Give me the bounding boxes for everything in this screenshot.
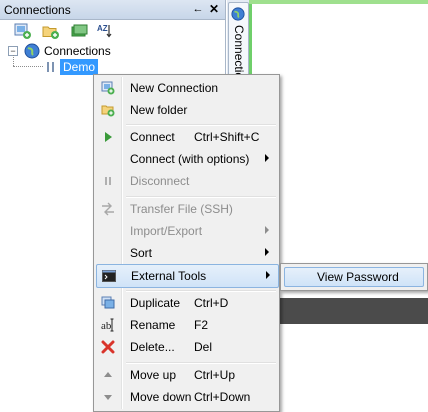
menu-item-transfer-file[interactable]: Transfer File (SSH) <box>96 198 277 220</box>
menu-item-connect-with-options[interactable]: Connect (with options) <box>96 148 277 170</box>
submenu-arrow-icon <box>266 271 270 279</box>
menu-item-label: Transfer File (SSH) <box>130 202 233 216</box>
menu-item-label: Connect <box>130 130 175 144</box>
menu-item-view-password[interactable]: View Password <box>284 267 424 287</box>
tree-item-label: Demo <box>60 59 99 75</box>
delete-icon <box>101 340 115 354</box>
menu-item-connect[interactable]: Connect Ctrl+Shift+C <box>96 126 277 148</box>
menu-item-shortcut: Ctrl+Shift+C <box>194 130 260 144</box>
play-icon <box>101 130 115 144</box>
duplicate-icon <box>101 296 115 310</box>
new-connection-icon[interactable] <box>14 23 32 39</box>
content-border <box>249 0 428 4</box>
menu-item-label: External Tools <box>131 269 207 283</box>
menu-item-label: New folder <box>130 103 188 117</box>
menu-item-delete[interactable]: Delete... Del <box>96 336 277 358</box>
submenu-arrow-icon <box>265 226 269 234</box>
view-icon[interactable] <box>70 23 88 39</box>
menu-item-duplicate[interactable]: Duplicate Ctrl+D <box>96 292 277 314</box>
pause-icon <box>101 174 115 188</box>
context-menu: New Connection New folder Connect Ctrl+S… <box>93 74 280 412</box>
menu-item-shortcut: Ctrl+D <box>194 296 229 310</box>
transfer-icon <box>101 202 115 216</box>
menu-item-sort[interactable]: Sort <box>96 242 277 264</box>
panel-toolbar: AZ <box>0 20 225 42</box>
tree-item-label: Connections <box>44 44 111 58</box>
submenu-arrow-icon <box>265 248 269 256</box>
menu-item-move-up[interactable]: Move up Ctrl+Up <box>96 364 277 386</box>
rename-icon: ab <box>101 318 115 332</box>
sort-az-icon[interactable]: AZ <box>96 23 114 39</box>
arrow-down-icon <box>101 390 115 404</box>
external-tools-submenu: View Password <box>280 263 428 291</box>
server-icon <box>44 61 58 73</box>
menu-item-label: Sort <box>130 246 153 260</box>
globe-icon <box>24 43 40 59</box>
menu-item-label: New Connection <box>130 81 219 95</box>
menu-item-disconnect[interactable]: Disconnect <box>96 170 277 192</box>
svg-text:ab: ab <box>101 320 112 332</box>
menu-item-shortcut: Ctrl+Down <box>194 390 251 404</box>
menu-item-shortcut: F2 <box>194 318 209 332</box>
terminal-icon <box>102 269 116 283</box>
menu-item-label: Duplicate <box>130 296 181 310</box>
tree-line <box>13 55 14 66</box>
svg-text:AZ: AZ <box>97 24 108 33</box>
menu-item-import-export[interactable]: Import/Export <box>96 220 277 242</box>
menu-item-rename[interactable]: ab Rename F2 <box>96 314 277 336</box>
new-folder-icon[interactable] <box>42 23 60 39</box>
menu-item-external-tools[interactable]: External Tools <box>96 264 279 288</box>
menu-item-label: Disconnect <box>130 174 190 188</box>
menu-item-shortcut: Del <box>194 340 213 354</box>
menu-item-new-folder[interactable]: New folder <box>96 99 277 121</box>
submenu-arrow-icon <box>265 154 269 162</box>
globe-icon <box>231 7 245 21</box>
menu-item-label: Move up <box>130 368 177 382</box>
panel-title: Connections <box>4 3 71 17</box>
menu-item-label: Import/Export <box>130 224 203 238</box>
close-icon[interactable]: ✕ <box>208 2 220 16</box>
new-folder-icon <box>101 103 115 117</box>
menu-item-new-connection[interactable]: New Connection <box>96 77 277 99</box>
menu-item-shortcut: Ctrl+Up <box>194 368 236 382</box>
menu-item-label: Connect (with options) <box>130 152 250 166</box>
menu-item-label: Rename <box>130 318 176 332</box>
menu-item-label: View Password <box>317 270 399 284</box>
pin-icon[interactable]: ← <box>192 2 204 16</box>
tree-line <box>13 66 43 67</box>
menu-item-label: Delete... <box>130 340 175 354</box>
menu-item-label: Move down <box>130 390 192 404</box>
new-connection-icon <box>101 81 115 95</box>
menu-item-move-down[interactable]: Move down Ctrl+Down <box>96 386 277 408</box>
panel-header: Connections ← ✕ <box>0 0 225 20</box>
arrow-up-icon <box>101 368 115 382</box>
